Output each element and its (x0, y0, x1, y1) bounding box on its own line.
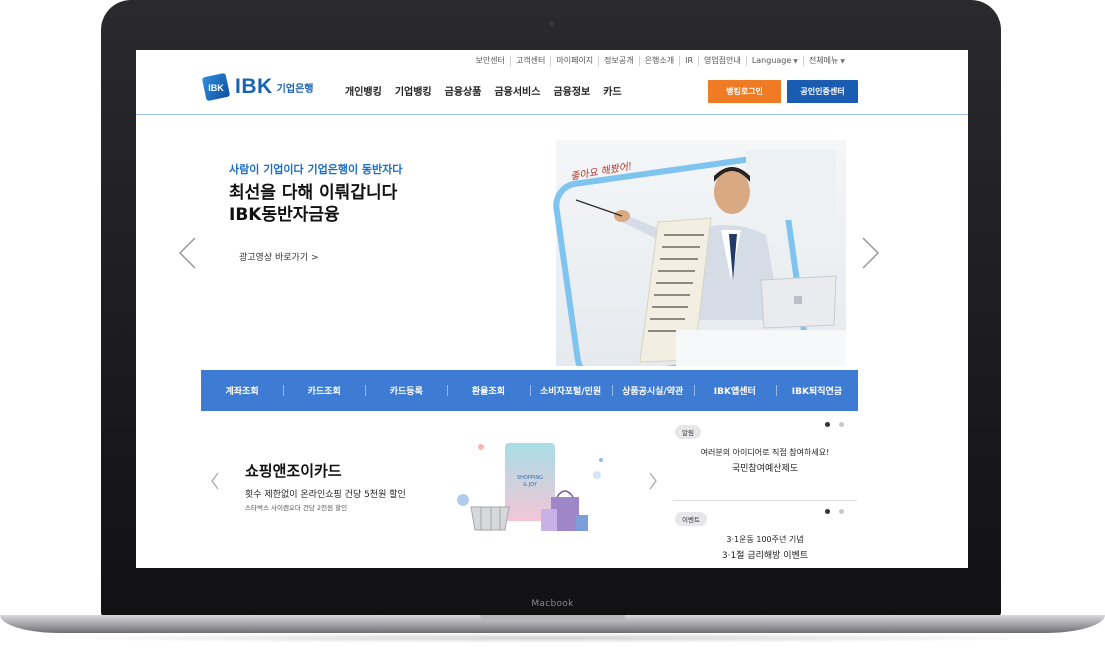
ibk-logo-icon: IBK (201, 72, 231, 102)
hero-banner-image: 좋아요 해봤어! (536, 130, 846, 382)
chevron-down-icon: ▼ (793, 58, 798, 65)
svg-text:& JOY: & JOY (523, 482, 538, 488)
quick-ibk-app-center[interactable]: IBK앱센터 (693, 370, 776, 411)
dot-indicator[interactable] (839, 422, 844, 427)
hero-next-button[interactable] (859, 236, 881, 270)
quick-card-inquiry[interactable]: 카드조회 (283, 370, 365, 411)
nav-financial-products[interactable]: 금융상품 (445, 83, 482, 98)
quick-card-register[interactable]: 카드등록 (365, 370, 447, 411)
notice-line1: 3·1운동 100주년 기념 (726, 535, 804, 544)
hero-title-line1: 최선을 다해 이뤄갑니다 (229, 183, 398, 203)
certificate-center-button[interactable]: 공인인증센터 (787, 80, 858, 103)
nav-corporate-banking[interactable]: 기업뱅킹 (395, 83, 432, 98)
util-link-disclosure[interactable]: 정보공개 (598, 56, 638, 66)
hero-eyebrow: 사람이 기업이다 기업은행이 동반자다 (229, 163, 403, 176)
notice-line1: 여러분의 아이디어로 직접 참여하세요! (700, 448, 830, 457)
utility-nav: 보안센터 고객센터 마이페이지 정보공개 은행소개 IR 영업점안내 Langu… (470, 56, 850, 66)
quick-menu-bar: 계좌조회 카드조회 카드등록 환율조회 소비자포털/민원 상품공시실/약관 IB… (201, 370, 858, 411)
hero-title-line2: IBK동반자금융 (229, 205, 340, 225)
chevron-left-icon (178, 237, 196, 269)
shopping-card-image[interactable]: SHOPPING & JOY (451, 435, 611, 535)
main-nav: 개인뱅킹 기업뱅킹 금융상품 금융서비스 금융정보 카드 (345, 83, 622, 98)
quick-exchange-rate[interactable]: 환율조회 (447, 370, 529, 411)
logo-sub: 기업은행 (276, 83, 314, 95)
quick-ibk-pension[interactable]: IBK퇴직연금 (775, 370, 858, 411)
dot-indicator[interactable] (825, 509, 830, 514)
util-link-ir[interactable]: IR (679, 56, 698, 66)
nav-personal-banking[interactable]: 개인뱅킹 (345, 83, 382, 98)
chevron-left-icon (211, 472, 219, 490)
chevron-right-icon (649, 472, 657, 490)
chevron-down-icon: ▼ (840, 58, 845, 65)
carousel-dots (825, 509, 844, 514)
nav-financial-info[interactable]: 금융정보 (553, 83, 590, 98)
promo-next-button[interactable] (648, 472, 658, 490)
util-language-select[interactable]: Language ▼ (745, 56, 803, 66)
notice-badge: 알림 (675, 425, 701, 439)
util-link-mypage[interactable]: 마이페이지 (550, 56, 598, 66)
util-link-customer[interactable]: 고객센터 (509, 56, 550, 66)
promo-subtext: 스타벅스 사이렌오더 건당 2천원 할인 (245, 504, 348, 512)
carousel-dots (825, 422, 844, 427)
hero-title: 최선을 다해 이뤄갑니다 IBK동반자금융 (229, 182, 397, 226)
promo-description: 횟수 제한없이 온라인쇼핑 건당 5천원 할인 (245, 490, 406, 500)
quick-consumer-portal[interactable]: 소비자포털/민원 (529, 370, 612, 411)
hero-video-link[interactable]: 광고영상 바로가기 > (239, 250, 319, 263)
svg-text:SHOPPING: SHOPPING (517, 475, 543, 481)
nav-card[interactable]: 카드 (603, 83, 621, 98)
promo-title: 쇼핑앤조이카드 (245, 462, 342, 480)
hero-prev-button[interactable] (177, 236, 199, 270)
logo-brand: IBK (235, 75, 273, 98)
notice-panel-event[interactable]: 이벤트 3·1운동 100주년 기념 3·1절 금리해방 이벤트 (673, 507, 857, 561)
nav-financial-services[interactable]: 금융서비스 (494, 83, 540, 98)
site-logo[interactable]: IBK IBK 기업은행 (201, 72, 313, 102)
dot-indicator[interactable] (825, 422, 830, 427)
svg-text:IBK: IBK (208, 83, 224, 93)
language-label: Language (751, 56, 792, 65)
util-link-about[interactable]: 은행소개 (638, 56, 679, 66)
browser-screen: 보안센터 고객센터 마이페이지 정보공개 은행소개 IR 영업점안내 Langu… (136, 50, 968, 568)
util-link-security[interactable]: 보안센터 (470, 56, 509, 66)
quick-product-disclosure[interactable]: 상품공시실/약관 (611, 370, 694, 411)
promo-prev-button[interactable] (210, 472, 220, 490)
laptop-notch (480, 615, 625, 622)
all-menu-label: 전체메뉴 (808, 56, 839, 65)
quick-account-inquiry[interactable]: 계좌조회 (201, 370, 283, 411)
dot-indicator[interactable] (839, 509, 844, 514)
banking-login-button[interactable]: 뱅킹로그인 (708, 80, 781, 103)
chevron-right-icon (862, 237, 880, 269)
notice-line2: 3·1절 금리해방 이벤트 (721, 551, 809, 561)
notice-divider (673, 500, 857, 501)
notice-panel-alert[interactable]: 알림 여러분의 아이디어로 직접 참여하세요! 국민참여예산제도 (673, 420, 857, 474)
util-link-branches[interactable]: 영업점안내 (698, 56, 746, 66)
device-label: Macbook (531, 599, 574, 609)
notice-line2: 국민참여예산제도 (731, 464, 799, 474)
notice-badge: 이벤트 (675, 512, 707, 526)
camera-icon (549, 21, 554, 26)
header-divider (136, 114, 968, 115)
util-all-menu[interactable]: 전체메뉴 ▼ (802, 56, 850, 66)
laptop-shadow (30, 633, 1075, 643)
